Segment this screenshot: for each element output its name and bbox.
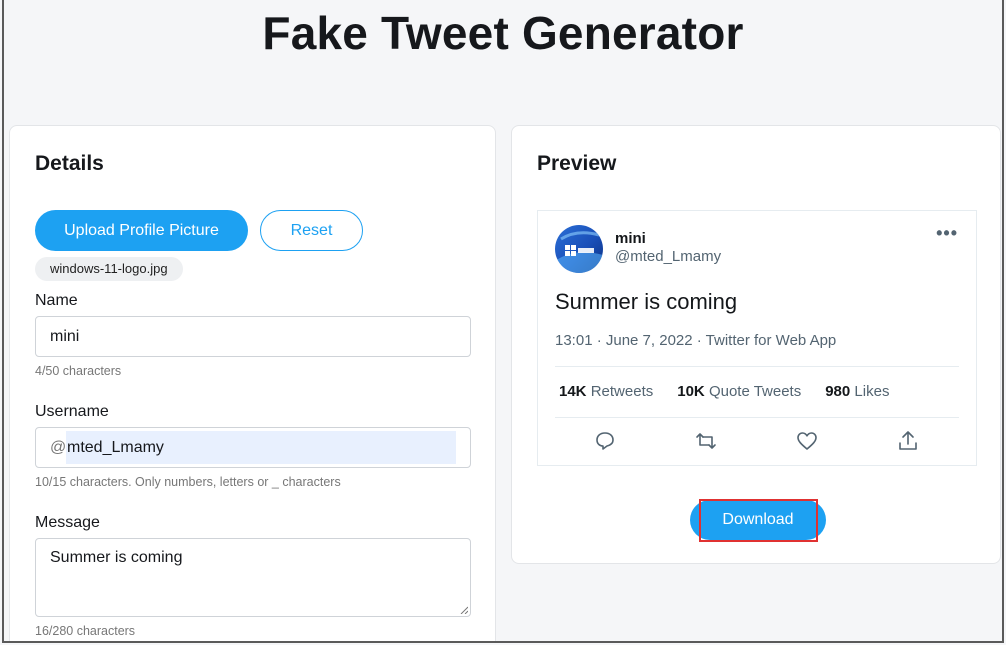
preview-panel: Preview mini @mted_Lmamy ••• Summer is c… [511, 125, 1001, 564]
message-textarea[interactable]: Summer is coming [35, 538, 471, 617]
tweet-divider-bottom [555, 417, 959, 418]
message-hint: 16/280 characters [35, 624, 136, 638]
username-value: mted_Lmamy [66, 431, 456, 464]
tweet-preview: mini @mted_Lmamy ••• Summer is coming 13… [537, 210, 977, 466]
tweet-handle: @mted_Lmamy [615, 248, 722, 265]
quote-tweets-label: Quote Tweets [708, 383, 802, 400]
uploaded-file-chip: windows-11-logo.jpg [35, 257, 183, 281]
retweets-stat: 14K Retweets [559, 383, 653, 400]
username-hint: 10/15 characters. Only numbers, letters … [35, 475, 341, 489]
page-title: Fake Tweet Generator [262, 7, 744, 59]
username-field[interactable]: @ mted_Lmamy [35, 427, 471, 468]
windows-logo-avatar-icon [555, 225, 603, 273]
likes-stat: 980 Likes [825, 383, 889, 400]
tweet-meta: 13:01 · June 7, 2022 · Twitter for Web A… [555, 332, 837, 349]
retweets-label: Retweets [590, 383, 654, 400]
tweet-divider-top [555, 366, 959, 367]
quote-tweets-stat: 10K Quote Tweets [677, 383, 801, 400]
app-frame: Fake Tweet Generator Details Upload Prof… [2, 0, 1004, 643]
details-panel: Details Upload Profile Picture Reset win… [9, 125, 496, 641]
download-button[interactable]: Download [690, 500, 826, 540]
name-hint: 4/50 characters [35, 364, 122, 378]
tweet-actions [538, 429, 976, 453]
reply-icon[interactable] [593, 429, 617, 453]
quote-tweets-count: 10K [677, 383, 705, 400]
tweet-message: Summer is coming [555, 289, 738, 314]
resize-grip-icon[interactable] [460, 606, 468, 614]
details-heading: Details [35, 152, 104, 175]
username-at-prefix: @ [50, 439, 67, 456]
message-label: Message [35, 514, 100, 531]
username-label: Username [35, 403, 109, 420]
tweet-stats: 14K Retweets 10K Quote Tweets 980 Likes [559, 383, 889, 400]
tweet-display-name: mini [615, 230, 646, 247]
like-icon[interactable] [795, 429, 819, 453]
upload-profile-picture-button[interactable]: Upload Profile Picture [35, 210, 248, 251]
preview-heading: Preview [537, 152, 617, 175]
reset-button[interactable]: Reset [260, 210, 363, 251]
likes-count: 980 [825, 383, 851, 400]
retweet-icon[interactable] [694, 429, 718, 453]
avatar [555, 225, 603, 273]
name-label: Name [35, 292, 78, 309]
share-icon[interactable] [896, 429, 920, 453]
name-field[interactable]: mini [35, 316, 471, 357]
message-value: Summer is coming [50, 549, 183, 566]
retweets-count: 14K [559, 383, 587, 400]
likes-label: Likes [854, 383, 890, 400]
more-options-icon[interactable]: ••• [936, 223, 958, 244]
